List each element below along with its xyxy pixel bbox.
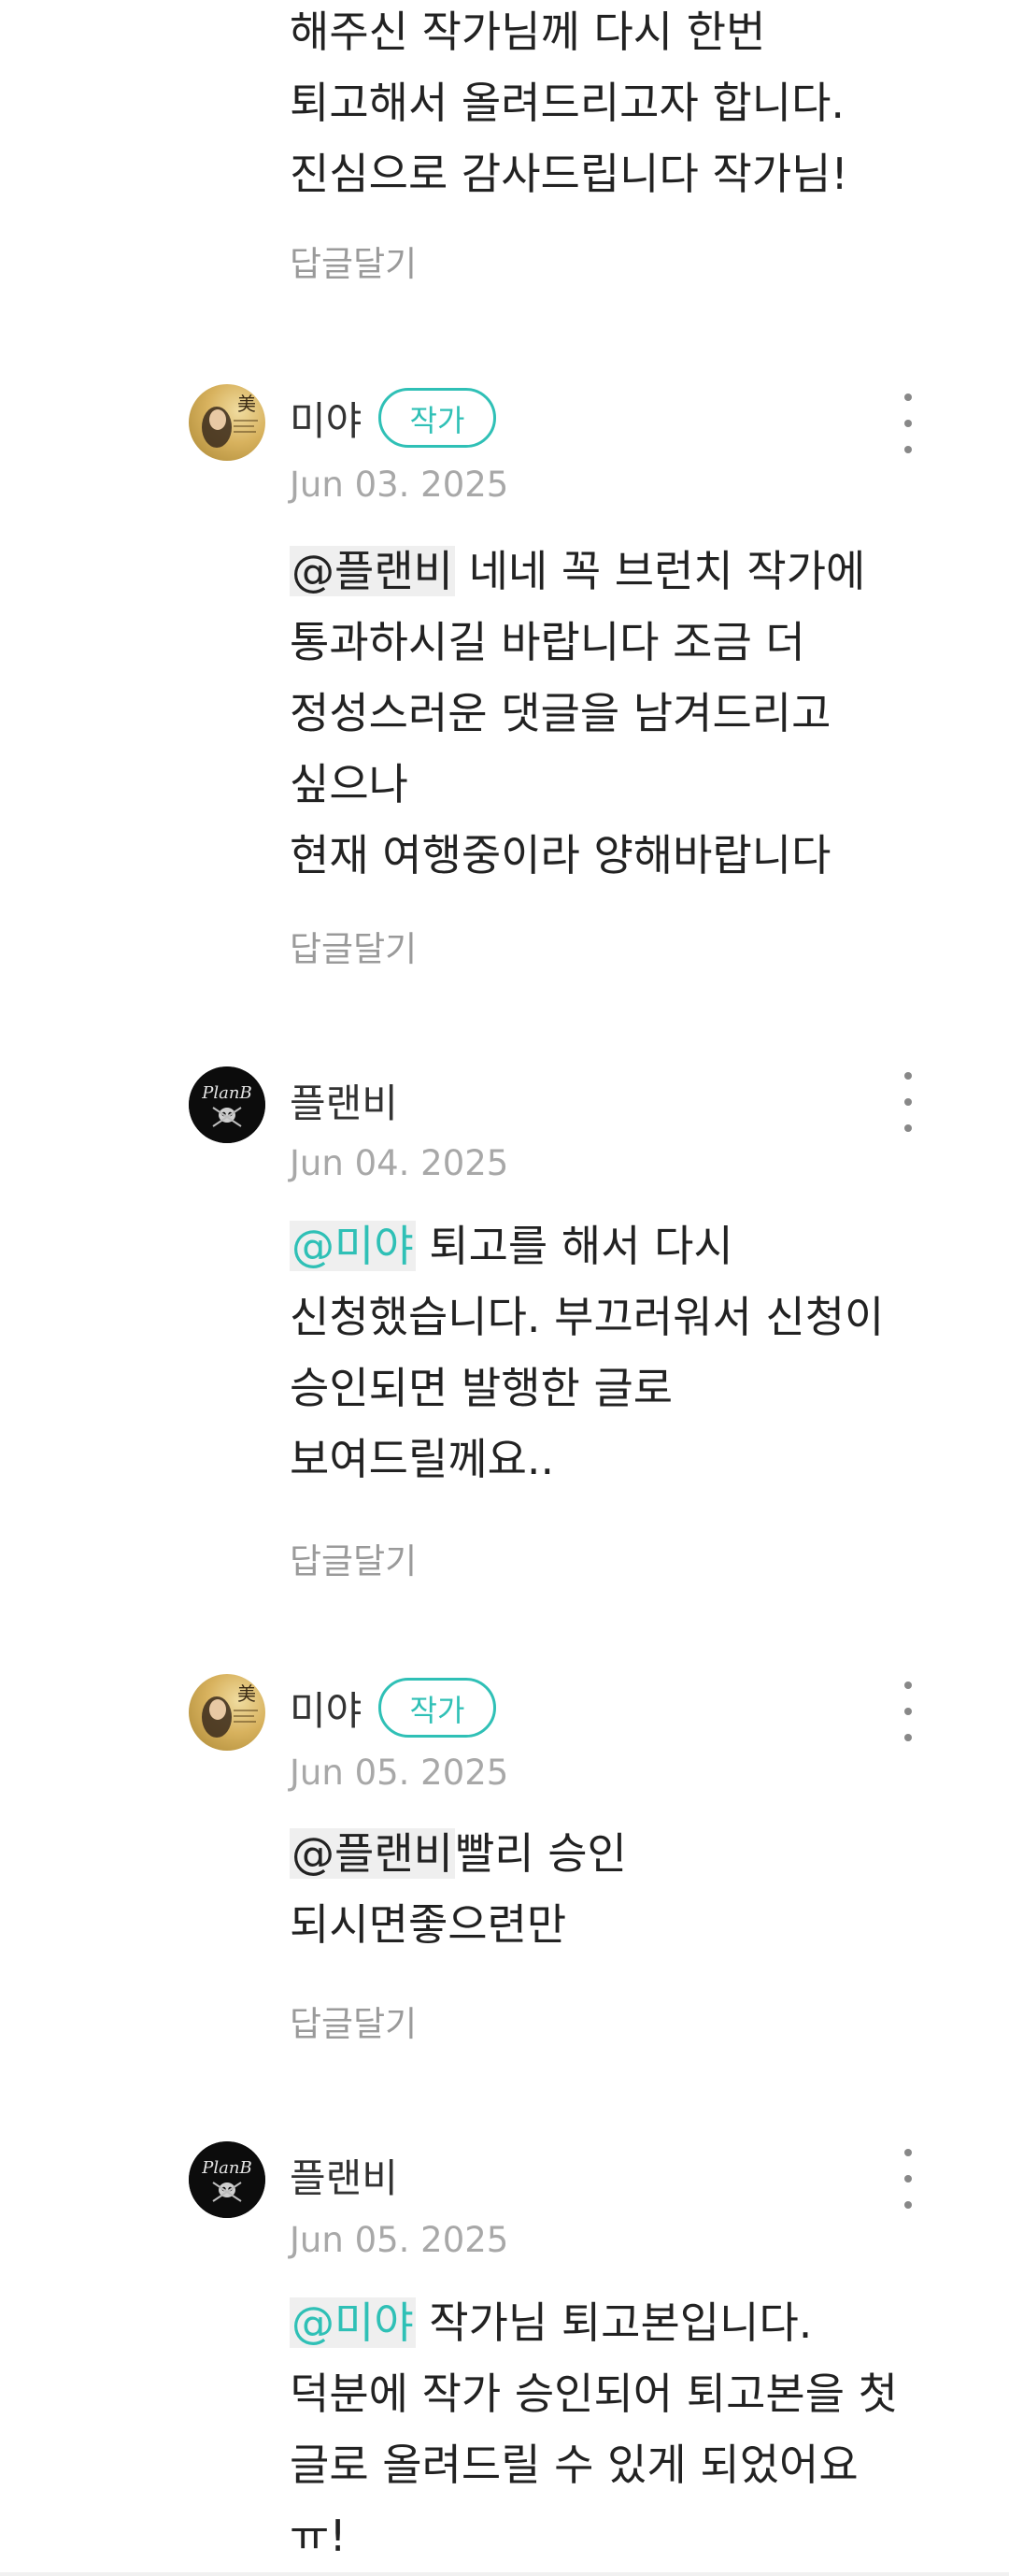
comment-line: 덕분에 작가 승인되어 퇴고본을 첫 <box>290 2368 898 2419</box>
comment-line: 빨리 승인 <box>454 1828 627 1879</box>
comment-line: 퇴고를 해서 다시 <box>415 1221 733 1271</box>
avatar[interactable]: PlanB <box>189 2141 265 2218</box>
reply-button[interactable]: 답글달기 <box>290 1533 417 1583</box>
more-options-icon[interactable] <box>897 392 919 457</box>
writer-badge: 작가 <box>378 1678 496 1738</box>
author-name[interactable]: 미야 <box>290 390 362 447</box>
avatar[interactable]: PlanB <box>189 1066 265 1143</box>
comment-line: 네네 꼭 브런치 작가에 <box>454 546 866 596</box>
comment-text: @미야 퇴고를 해서 다시 신청했습니다. 부끄러워서 신청이 승인되면 발행한… <box>290 1210 962 1495</box>
comment-line: 현재 여행중이라 양해바랍니다 <box>290 830 831 880</box>
reply-button[interactable]: 답글달기 <box>290 236 417 286</box>
mention-link[interactable]: @미야 <box>290 1221 416 1271</box>
mention-link[interactable]: @플랜비 <box>290 546 455 596</box>
comment-line: 승인되면 발행한 글로 <box>290 1363 674 1413</box>
comment-line: 해주신 작가님께 다시 한번 <box>290 7 766 57</box>
svg-text:美: 美 <box>237 1682 256 1705</box>
comment-text: @플랜비 네네 꼭 브런치 작가에 통과하시길 바랍니다 조금 더 정성스러운 … <box>290 536 962 891</box>
comment-text: @플랜비빨리 승인 되시면좋으련만 <box>290 1818 962 1960</box>
previous-comment-continuation: 해주신 작가님께 다시 한번 퇴고해서 올려드리고자 합니다. 진심으로 감사드… <box>290 0 944 286</box>
divider <box>0 2572 1009 2576</box>
book-cover-avatar-icon: 美 <box>202 1682 258 1738</box>
svg-text:美: 美 <box>237 393 256 415</box>
writer-badge: 작가 <box>378 388 496 448</box>
avatar[interactable]: 美 <box>189 384 265 461</box>
comment-line: 작가님 퇴고본입니다. <box>415 2297 813 2348</box>
comment-line: 퇴고해서 올려드리고자 합니다. <box>290 78 846 128</box>
comment-date: Jun 04. 2025 <box>290 1143 509 1183</box>
comment-line: ㅠ! <box>290 2511 347 2561</box>
more-options-icon[interactable] <box>897 2147 919 2212</box>
avatar[interactable]: 美 <box>189 1674 265 1751</box>
comment-line: 진심으로 감사드립니다 작가님! <box>290 149 848 199</box>
comment-text: @미야 작가님 퇴고본입니다. 덕분에 작가 승인되어 퇴고본을 첫 글로 올려… <box>290 2287 962 2571</box>
comment-line: 되시면좋으련만 <box>290 1899 567 1950</box>
mention-link[interactable]: @미야 <box>290 2297 416 2348</box>
planb-logo-text: PlanB <box>201 1083 251 1103</box>
planb-skull-logo-icon: PlanB <box>189 1066 265 1143</box>
comment-thread: 해주신 작가님께 다시 한번 퇴고해서 올려드리고자 합니다. 진심으로 감사드… <box>0 0 1009 2576</box>
comment-line: 보여드릴께요.. <box>290 1434 555 1484</box>
planb-skull-logo-icon: PlanB <box>189 2141 265 2218</box>
more-options-icon[interactable] <box>897 1680 919 1745</box>
comment-date: Jun 05. 2025 <box>290 1753 509 1793</box>
author-name[interactable]: 플랜비 <box>290 1072 398 1129</box>
planb-logo-text: PlanB <box>201 2158 251 2178</box>
reply-button[interactable]: 답글달기 <box>290 1996 417 2046</box>
mention-link[interactable]: @플랜비 <box>290 1828 455 1879</box>
more-options-icon[interactable] <box>897 1070 919 1136</box>
comment-line: 통과하시길 바랍니다 조금 더 <box>290 617 805 667</box>
comment-date: Jun 05. 2025 <box>290 2220 509 2260</box>
comment-line: 글로 올려드릴 수 있게 되었어요 <box>290 2440 859 2490</box>
book-cover-avatar-icon: 美 <box>202 393 258 448</box>
comment-date: Jun 03. 2025 <box>290 465 509 505</box>
comment-line: 신청했습니다. 부끄러워서 신청이 <box>290 1292 885 1342</box>
author-name[interactable]: 미야 <box>290 1680 362 1737</box>
comment-text: 해주신 작가님께 다시 한번 퇴고해서 올려드리고자 합니다. 진심으로 감사드… <box>290 0 944 209</box>
comment-line: 싶으나 <box>290 759 408 809</box>
reply-button[interactable]: 답글달기 <box>290 921 417 971</box>
comment-line: 정성스러운 댓글을 남겨드리고 <box>290 688 831 738</box>
author-name[interactable]: 플랜비 <box>290 2147 398 2204</box>
